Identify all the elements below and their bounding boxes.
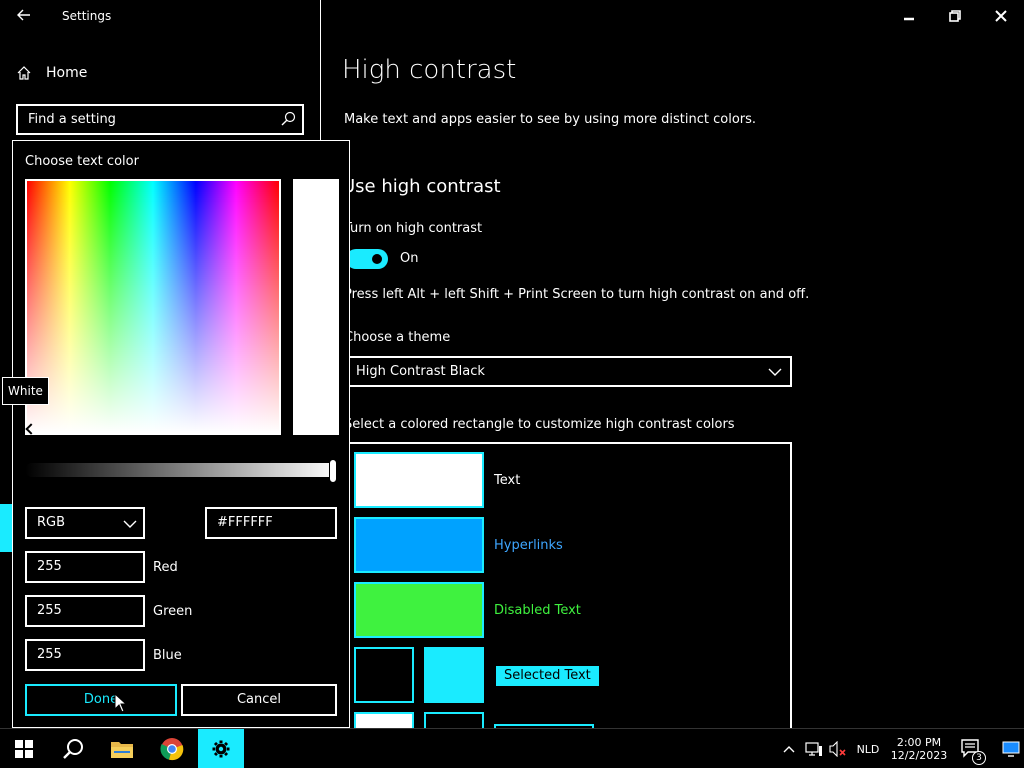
high-contrast-toggle[interactable] xyxy=(346,249,388,269)
desktop-icon xyxy=(1002,741,1020,757)
settings-search[interactable] xyxy=(16,104,304,135)
toggle-state-label: On xyxy=(400,251,419,266)
notification-count-badge: 3 xyxy=(972,751,986,765)
theme-dropdown[interactable]: High Contrast Black xyxy=(346,356,792,387)
back-button[interactable] xyxy=(12,6,36,26)
taskbar-search-button[interactable] xyxy=(50,729,96,768)
selected-text-background-swatch[interactable] xyxy=(424,647,484,703)
network-tray-icon[interactable] xyxy=(802,729,826,768)
color-spectrum[interactable] xyxy=(25,179,281,435)
chevron-down-icon xyxy=(768,368,782,376)
search-input[interactable] xyxy=(18,106,268,133)
restore-icon xyxy=(949,10,961,22)
folder-icon xyxy=(111,742,133,758)
color-picker-title: Choose text color xyxy=(25,154,139,169)
taskbar-settings[interactable] xyxy=(198,729,244,768)
hyperlinks-color-swatch[interactable] xyxy=(354,517,484,573)
color-mode-value: RGB xyxy=(37,515,66,530)
spectrum-handle[interactable] xyxy=(25,423,37,435)
volume-tray-icon[interactable] xyxy=(826,729,850,768)
hex-value: #FFFFFF xyxy=(217,515,273,530)
nav-home[interactable]: Home xyxy=(16,62,87,84)
text-swatch-label: Text xyxy=(494,473,521,488)
disabled-text-color-swatch[interactable] xyxy=(354,582,484,638)
toggle-knob xyxy=(372,254,382,264)
chevron-up-icon xyxy=(783,746,795,753)
restore-button[interactable] xyxy=(932,4,978,28)
chrome-icon xyxy=(160,738,184,761)
volume-muted-icon xyxy=(829,741,846,757)
section-title: Use high contrast xyxy=(342,176,501,197)
color-mode-dropdown[interactable]: RGB xyxy=(25,507,145,539)
hyperlinks-swatch-label: Hyperlinks xyxy=(494,538,563,553)
theme-dropdown-value: High Contrast Black xyxy=(356,364,485,379)
gear-icon xyxy=(212,740,230,758)
blue-label: Blue xyxy=(153,648,182,663)
page-title: High contrast xyxy=(342,55,517,85)
close-button[interactable] xyxy=(978,4,1024,28)
clock-time: 2:00 PM xyxy=(896,736,942,749)
page-description: Make text and apps easier to see by usin… xyxy=(344,112,757,127)
brightness-slider-track[interactable] xyxy=(25,463,337,477)
blue-input[interactable]: 255 xyxy=(25,639,145,671)
nav-home-label: Home xyxy=(46,65,88,81)
cancel-button[interactable]: Cancel xyxy=(181,684,337,716)
theme-label: Choose a theme xyxy=(344,330,451,345)
nav-selection-indicator xyxy=(0,504,12,552)
close-icon xyxy=(995,10,1007,22)
button-text-swatch[interactable] xyxy=(354,712,414,728)
red-input[interactable]: 255 xyxy=(25,551,145,583)
selected-text-preview: Selected Text xyxy=(496,666,599,686)
back-arrow-icon xyxy=(17,9,30,21)
done-button[interactable]: Done xyxy=(25,684,177,716)
network-icon xyxy=(805,742,822,756)
red-value: 255 xyxy=(37,559,62,574)
customize-label: Select a colored rectangle to customize … xyxy=(344,417,735,432)
search-icon[interactable] xyxy=(280,111,296,127)
green-label: Green xyxy=(153,604,193,619)
show-desktop-button[interactable] xyxy=(998,729,1024,768)
home-icon xyxy=(17,66,31,80)
search-icon xyxy=(63,739,83,759)
color-picker-flyout: Choose text color RGB #FFFFFF 255 Red 25… xyxy=(12,140,350,728)
hex-input[interactable]: #FFFFFF xyxy=(205,507,337,539)
color-swatch-panel: Text Hyperlinks Disabled Text Selected T… xyxy=(346,442,792,728)
green-input[interactable]: 255 xyxy=(25,595,145,627)
action-center-button[interactable]: 3 xyxy=(956,729,986,768)
chevron-down-icon xyxy=(123,520,137,528)
taskbar: NLD 2:00 PM 12/2/2023 3 xyxy=(0,728,1024,768)
color-preview xyxy=(293,179,339,435)
windows-logo-icon xyxy=(15,740,33,758)
minimize-icon xyxy=(904,17,914,21)
text-color-swatch[interactable] xyxy=(354,452,484,508)
toggle-label: Turn on high contrast xyxy=(344,221,483,236)
blue-value: 255 xyxy=(37,647,62,662)
taskbar-chrome[interactable] xyxy=(149,729,195,768)
mouse-cursor-icon xyxy=(114,693,128,713)
color-name-tooltip: White xyxy=(2,377,49,405)
button-background-swatch[interactable] xyxy=(424,712,484,728)
clock-date: 12/2/2023 xyxy=(890,749,948,762)
minimize-button[interactable] xyxy=(886,4,932,28)
shortcut-description: Press left Alt + left Shift + Print Scre… xyxy=(344,287,810,302)
red-label: Red xyxy=(153,560,178,575)
taskbar-file-explorer[interactable] xyxy=(99,729,145,768)
show-hidden-icons-button[interactable] xyxy=(778,729,800,768)
start-button[interactable] xyxy=(0,729,48,768)
disabled-swatch-label: Disabled Text xyxy=(494,603,581,618)
language-indicator[interactable]: NLD xyxy=(852,729,884,768)
clock[interactable]: 2:00 PM 12/2/2023 xyxy=(888,729,950,768)
selected-text-foreground-swatch[interactable] xyxy=(354,647,414,703)
green-value: 255 xyxy=(37,603,62,618)
app-title: Settings xyxy=(62,9,112,23)
brightness-slider-thumb[interactable] xyxy=(329,459,337,483)
